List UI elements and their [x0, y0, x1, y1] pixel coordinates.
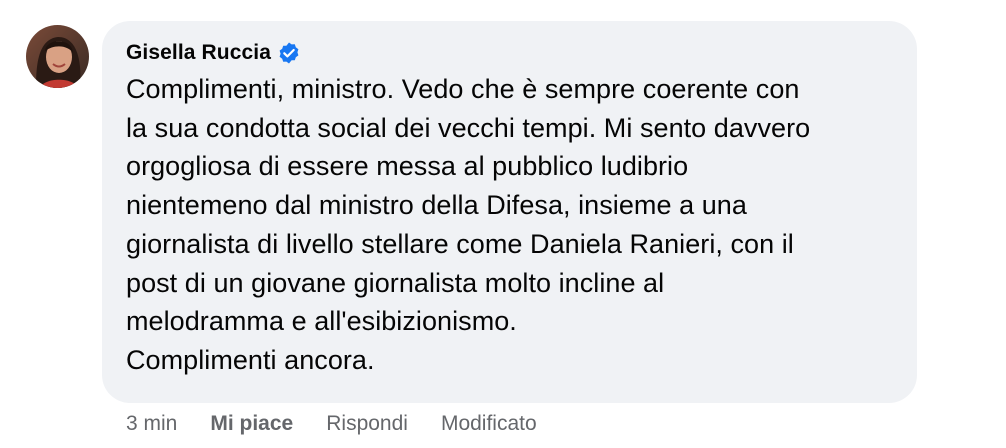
avatar-photo [26, 25, 89, 88]
timestamp[interactable]: 3 min [126, 412, 177, 436]
verified-badge-icon [279, 42, 299, 64]
author-name[interactable]: Gisella Ruccia [126, 41, 271, 65]
author-row: Gisella Ruccia [126, 38, 893, 68]
comment-actions: 3 min Mi piace Rispondi Modificato [126, 408, 570, 440]
comment-text: Complimenti, ministro. Vedo che è sempre… [126, 74, 811, 375]
comment-bubble: Gisella Ruccia Complimenti, ministro. Ve… [102, 21, 917, 403]
like-button[interactable]: Mi piace [210, 412, 293, 436]
avatar[interactable] [26, 25, 89, 88]
comment: Gisella Ruccia Complimenti, ministro. Ve… [0, 0, 1006, 448]
edited-label[interactable]: Modificato [441, 412, 537, 436]
reply-button[interactable]: Rispondi [326, 412, 408, 436]
